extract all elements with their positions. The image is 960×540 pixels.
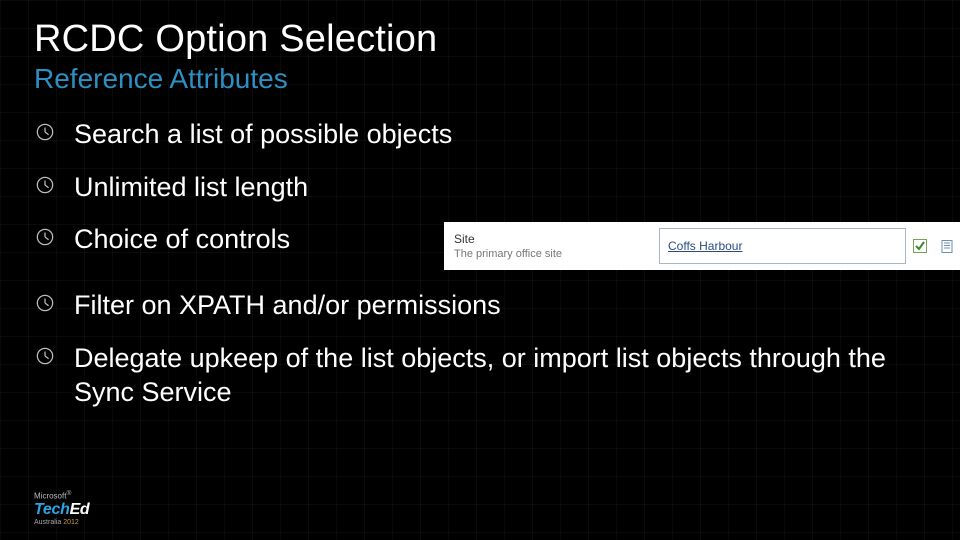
bullet-item: Filter on XPATH and/or permissions [34,288,926,323]
slide: RCDC Option Selection Reference Attribut… [0,0,960,540]
bullet-text: Filter on XPATH and/or permissions [74,288,501,323]
slide-title: RCDC Option Selection [34,18,926,61]
validate-icon[interactable] [912,238,928,254]
clock-bullet-icon [34,294,56,312]
clock-bullet-icon [34,347,56,365]
clock-bullet-icon [34,123,56,141]
bullet-text: Search a list of possible objects [74,117,452,152]
bullet-item: Unlimited list length [34,170,926,205]
slide-subtitle: Reference Attributes [34,63,926,95]
bullet-item: Delegate upkeep of the list objects, or … [34,341,926,410]
reference-field-panel: Site The primary office site Coffs Harbo… [444,222,960,270]
field-label: Site [454,232,659,246]
bullet-list: Search a list of possible objects Unlimi… [34,117,926,410]
field-caption: Site The primary office site [454,226,659,266]
brand-part-b: Ed [70,501,90,518]
bullet-item: Choice of controls Site The primary offi… [34,222,926,270]
clock-bullet-icon [34,176,56,194]
bullet-text: Delegate upkeep of the list objects, or … [74,341,926,410]
event-region: Australia 2012 [34,519,89,526]
bullet-text: Choice of controls [74,222,290,257]
browse-icon[interactable] [940,238,956,254]
brand-logo: TechEd [34,502,89,518]
bullet-item: Search a list of possible objects [34,117,926,152]
reference-value-text: Coffs Harbour [668,239,742,253]
reference-value-link[interactable]: Coffs Harbour [659,228,906,264]
field-description: The primary office site [454,248,659,260]
vendor-label: Microsoft® [34,491,89,501]
footer-logo: Microsoft® TechEd Australia 2012 [34,491,89,526]
clock-bullet-icon [34,228,56,246]
bullet-text: Unlimited list length [74,170,308,205]
brand-part-a: Tech [34,501,70,518]
field-action-icons [912,226,956,266]
